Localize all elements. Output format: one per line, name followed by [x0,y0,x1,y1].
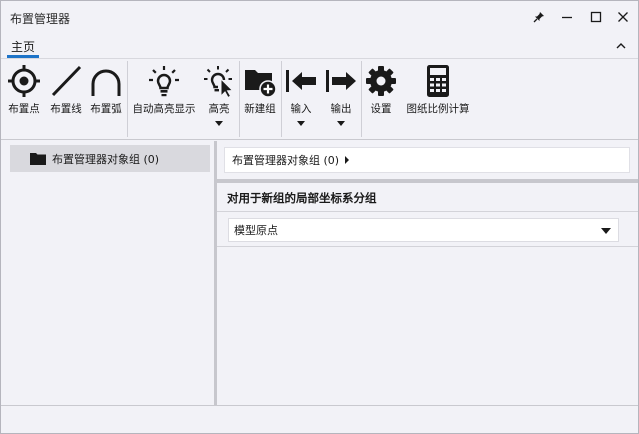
place-arc-button[interactable]: 布置弧 [87,63,125,137]
import-arrow-icon [286,70,316,92]
minimize-button[interactable] [556,7,578,27]
coordinate-system-select[interactable]: 模型原点 [228,218,619,242]
export-arrow-icon [326,70,356,92]
place-line-label: 布置线 [50,103,82,115]
divider [217,246,638,247]
maximize-icon [590,11,602,23]
highlight-label: 高亮 [208,103,230,115]
new-group-button[interactable]: 新建组 [241,63,279,137]
ribbon-separator [127,61,128,137]
auto-highlight-label: 自动高亮显示 [132,103,196,115]
minimize-icon [562,16,572,19]
place-point-label: 布置点 [8,103,40,115]
calculator-icon [427,65,449,97]
auto-highlight-button[interactable]: 自动高亮显示 [129,63,199,137]
settings-label: 设置 [370,103,392,115]
tree-item[interactable]: 布置管理器对象组 (0) [10,145,210,172]
pin-icon [533,12,544,23]
highlight-dropdown-icon[interactable] [215,121,223,126]
gear-icon [366,66,396,96]
settings-button[interactable]: 设置 [363,63,399,137]
title-bar: 布置管理器 [1,1,638,33]
lightbulb-icon [149,66,179,97]
horizontal-splitter[interactable] [217,179,638,183]
crosshair-icon [8,65,40,97]
scale-calc-button[interactable]: 图纸比例计算 [403,63,473,137]
ribbon-toolbar: 布置点 布置线 布置弧 自动高亮显示 高亮 新建组 输入 输出 设置 图纸比例计… [1,58,638,140]
ribbon-separator [239,61,240,137]
tree-item-label: 布置管理器对象组 (0) [52,152,160,166]
line-icon [51,65,82,97]
breadcrumb-chevron-icon[interactable] [345,156,350,164]
highlight-button[interactable]: 高亮 [201,63,237,137]
import-button[interactable]: 输入 [283,63,319,137]
folder-add-icon [245,70,277,98]
arc-icon [91,69,121,96]
new-group-label: 新建组 [244,103,276,115]
layout-manager-window: 布置管理器 主页 布置点 布置线 布置弧 自动高亮显示 高亮 新建组 输入 输出… [0,0,639,434]
divider [217,211,638,212]
scale-calc-label: 图纸比例计算 [406,103,470,115]
export-label: 输出 [330,103,352,115]
import-label: 输入 [290,103,312,115]
chevron-up-icon [616,43,626,49]
breadcrumb-item[interactable]: 布置管理器对象组 (0) [232,152,339,168]
coordinate-system-value: 模型原点 [234,224,278,237]
lightbulb-cursor-icon [204,66,234,98]
ribbon-separator [281,61,282,137]
chevron-down-icon [601,228,611,234]
pin-button[interactable] [528,7,550,27]
details-pane: 布置管理器对象组 (0) 对用于新组的局部坐标系分组 模型原点 [217,141,638,405]
maximize-button[interactable] [585,7,607,27]
ribbon-separator [361,61,362,137]
window-title: 布置管理器 [10,12,71,26]
breadcrumb[interactable]: 布置管理器对象组 (0) [224,147,630,173]
close-button[interactable] [612,7,634,27]
close-icon [618,12,628,22]
ribbon-tab-row: 主页 [1,34,638,58]
status-bar [1,405,638,433]
place-arc-label: 布置弧 [90,103,122,115]
folder-icon [30,152,46,165]
import-dropdown-icon[interactable] [297,121,305,126]
section-title: 对用于新组的局部坐标系分组 [227,191,377,205]
place-line-button[interactable]: 布置线 [47,63,85,137]
export-button[interactable]: 输出 [323,63,359,137]
collapse-ribbon-button[interactable] [613,38,629,54]
group-tree-pane: 布置管理器对象组 (0) [4,141,214,405]
export-dropdown-icon[interactable] [337,121,345,126]
place-point-button[interactable]: 布置点 [6,63,42,137]
